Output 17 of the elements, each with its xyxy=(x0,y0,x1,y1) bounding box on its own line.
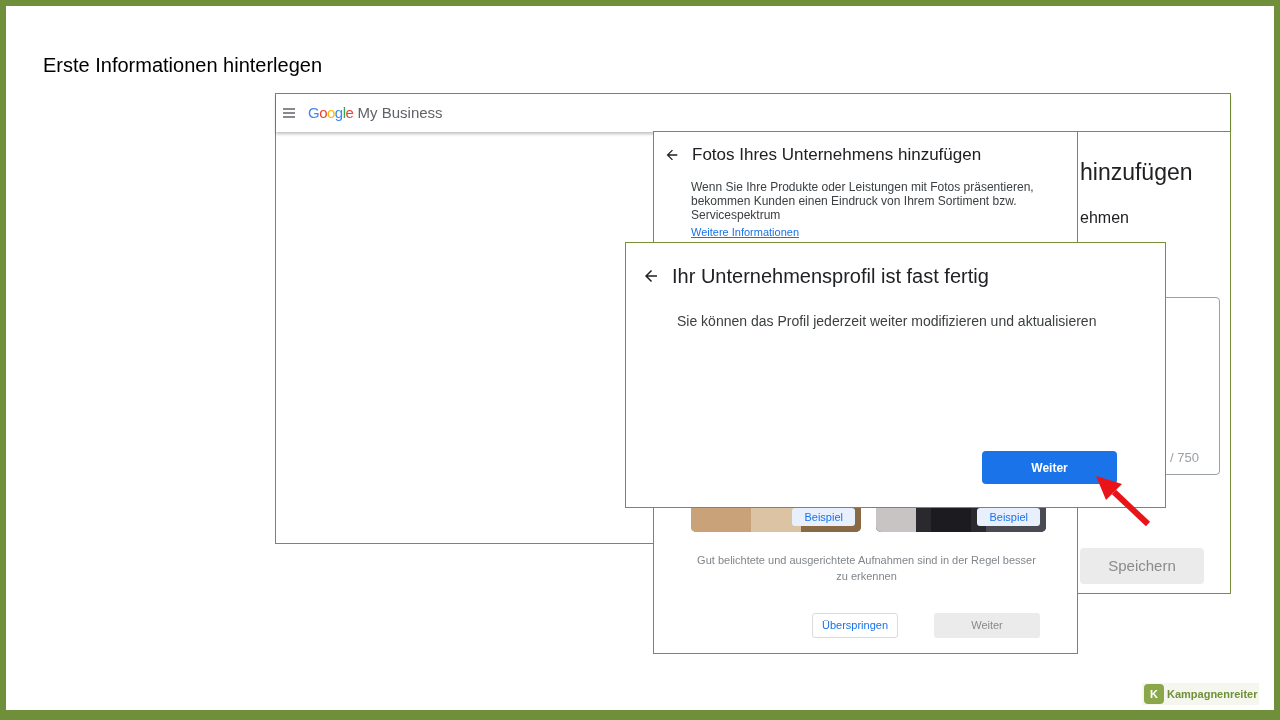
next-button[interactable]: Weiter xyxy=(934,613,1040,638)
page-subheading: ehmen xyxy=(1080,208,1129,228)
next-button[interactable]: Weiter xyxy=(982,451,1117,484)
dialog-description: Sie können das Profil jederzeit weiter modifizieren und aktualisieren xyxy=(677,312,1098,331)
skip-button[interactable]: Überspringen xyxy=(812,613,898,638)
page-heading: hinzufügen xyxy=(1080,158,1193,187)
menu-icon[interactable] xyxy=(282,107,296,119)
dialog-title: Ihr Unternehmensprofil ist fast fertig xyxy=(672,264,989,289)
photo-hint: Gut belichtete und ausgerichtete Aufnahmen sind in der Regel besser zu erkennen xyxy=(696,553,1037,584)
info-link[interactable]: Weitere Informationen xyxy=(691,225,800,239)
character-counter: / 750 xyxy=(1170,449,1199,467)
brand-logo-mark: K xyxy=(1144,684,1164,704)
brand-name: Kampagnenreiter xyxy=(1167,686,1258,702)
dialog-title: Fotos Ihres Unternehmens hinzufügen xyxy=(692,144,982,166)
dialog-description: Wenn Sie Ihre Produkte oder Leistungen mit Fotos präsentieren, bekommen Kunden einen Eindruck von Ihrem Sortiment bzw. Servicespektrum xyxy=(691,179,1035,222)
app-logo[interactable]: Google My Business xyxy=(308,101,443,125)
slide-title: Erste Informationen hinterlegen xyxy=(43,53,323,78)
